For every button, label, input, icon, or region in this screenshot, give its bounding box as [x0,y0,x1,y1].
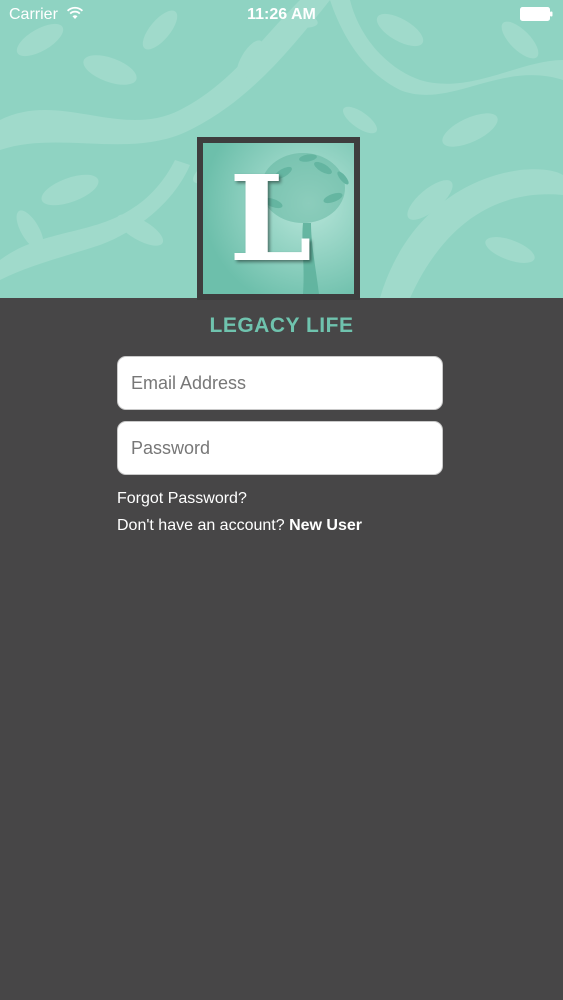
battery-icon [520,7,553,21]
logo-letter: L [229,149,312,288]
password-field[interactable] [117,421,443,475]
forgot-password-link[interactable]: Forgot Password? [117,490,247,508]
clock: 11:26 AM [247,6,316,23]
signup-prompt: Don't have an account? New User [117,517,362,535]
email-field[interactable] [117,356,443,410]
status-bar: Carrier 11:26 AM [0,0,563,30]
app-logo: L [197,137,360,300]
app-name: LEGACY LIFE [209,314,354,337]
no-account-label: Don't have an account? [117,517,285,534]
new-user-link[interactable]: New User [289,517,362,534]
logo-tile: L [203,143,354,294]
